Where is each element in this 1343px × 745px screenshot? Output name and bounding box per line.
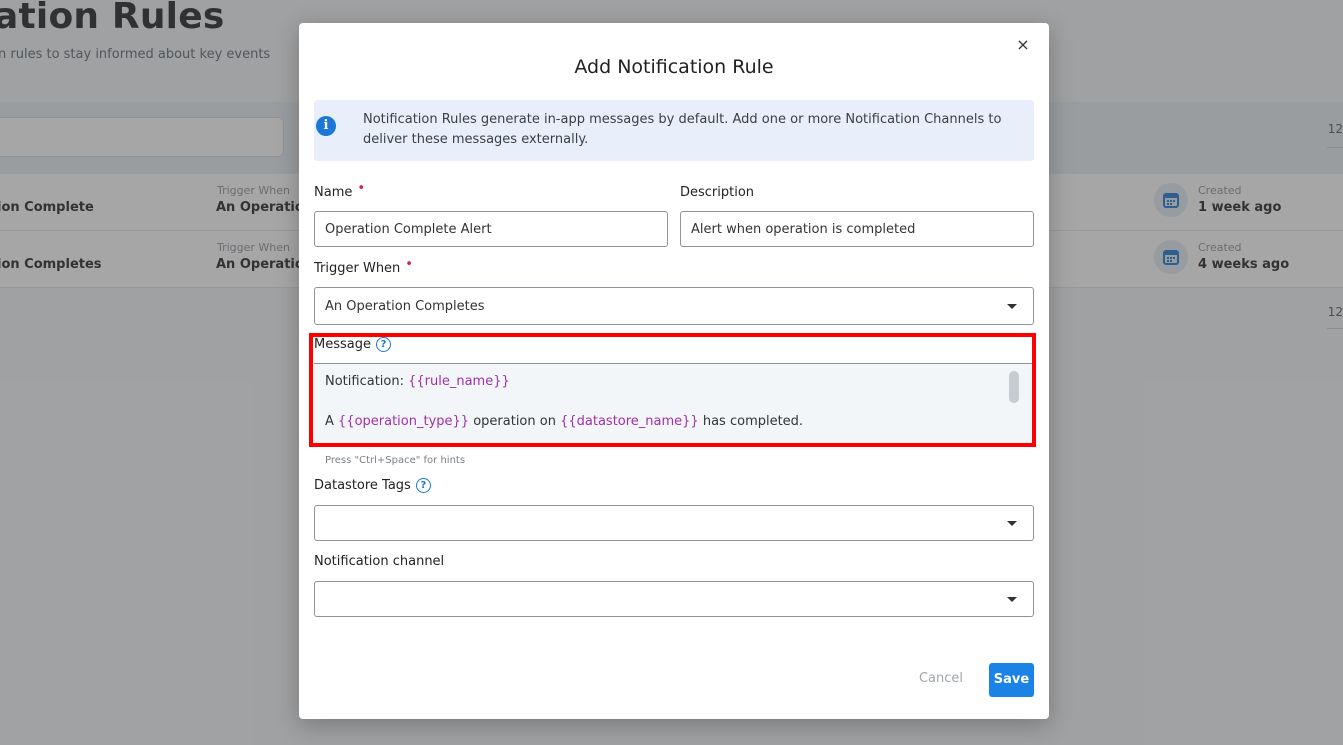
trigger-label-text: Trigger When: [314, 261, 401, 276]
editor-text: A: [325, 414, 339, 429]
template-variable: {{datastore_name}}: [560, 414, 699, 429]
add-notification-rule-dialog: × Add Notification Rule i Notification R…: [299, 23, 1049, 719]
save-button[interactable]: Save: [989, 663, 1034, 697]
info-icon: i: [316, 116, 336, 136]
notification-channel-select[interactable]: [314, 581, 1034, 617]
editor-line-2: A {{operation_type}} operation on {{data…: [325, 414, 803, 429]
close-icon[interactable]: ×: [1013, 35, 1033, 55]
dialog-title: Add Notification Rule: [574, 56, 774, 78]
datastore-tags-label-text: Datastore Tags: [314, 478, 411, 493]
datastore-tags-label: Datastore Tags ?: [314, 478, 431, 493]
dropdown-arrow-icon: [1007, 521, 1017, 526]
editor-text: Notification:: [325, 374, 409, 389]
message-editor[interactable]: Notification: {{rule_name}} A {{operatio…: [314, 363, 1034, 445]
notification-channel-label: Notification channel: [314, 554, 444, 569]
dropdown-arrow-icon: [1007, 597, 1017, 602]
name-input[interactable]: Operation Complete Alert: [314, 211, 668, 247]
help-icon[interactable]: ?: [415, 478, 431, 493]
help-icon[interactable]: ?: [375, 337, 391, 352]
required-indicator: •: [405, 257, 413, 272]
cancel-button[interactable]: Cancel: [911, 667, 971, 691]
info-banner-text: Notification Rules generate in-app messa…: [363, 112, 1002, 147]
name-label: Name •: [314, 181, 365, 200]
message-label-text: Message: [314, 337, 371, 352]
trigger-label: Trigger When •: [314, 257, 413, 276]
trigger-select-value: An Operation Completes: [325, 298, 485, 314]
editor-scrollbar[interactable]: [1009, 371, 1019, 403]
template-variable: {{operation_type}}: [338, 414, 470, 429]
editor-text: has completed.: [698, 414, 804, 429]
trigger-select[interactable]: An Operation Completes: [314, 287, 1034, 325]
dropdown-arrow-icon: [1007, 304, 1017, 309]
editor-text: operation on: [469, 414, 561, 429]
editor-hint: Press "Ctrl+Space" for hints: [325, 455, 466, 466]
description-input[interactable]: Alert when operation is completed: [680, 211, 1034, 247]
required-indicator: •: [357, 181, 366, 196]
notification-channel-label-text: Notification channel: [314, 554, 445, 569]
description-label: Description: [680, 185, 754, 200]
editor-line-1: Notification: {{rule_name}}: [325, 374, 510, 389]
datastore-tags-select[interactable]: [314, 505, 1034, 541]
template-variable: {{rule_name}}: [408, 374, 510, 389]
name-label-text: Name: [314, 185, 353, 200]
message-label: Message ?: [314, 337, 391, 352]
description-label-text: Description: [680, 185, 755, 200]
